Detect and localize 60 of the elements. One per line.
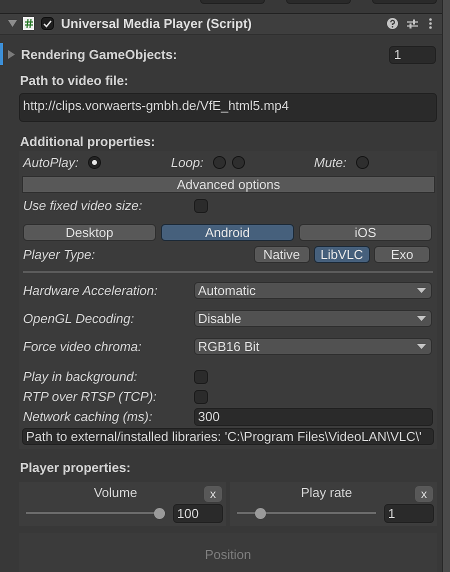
field-label: Hardware Acceleration: xyxy=(22,282,159,300)
slider-track[interactable] xyxy=(26,508,165,520)
dropdown-caret-icon xyxy=(417,288,426,294)
field-label: Force video chroma: xyxy=(22,338,142,356)
advanced-options-button[interactable]: Advanced options xyxy=(22,176,435,193)
player-type-option[interactable]: Exo xyxy=(374,246,430,264)
radio-button[interactable] xyxy=(212,156,226,170)
foldout-arrow-icon[interactable] xyxy=(7,18,17,29)
slider-label: Play rate xyxy=(300,484,352,502)
field-label: Network caching (ms): xyxy=(22,408,154,426)
text-field[interactable]: http://clips.vorwaerts-gmbh.de/VfE_html5.mp4 xyxy=(19,92,437,122)
slider-label: Volume xyxy=(94,484,138,502)
toggle-label: Loop: xyxy=(171,154,204,172)
field-label: OpenGL Decoding: xyxy=(22,310,136,328)
dropdown[interactable]: Automatic xyxy=(194,282,432,300)
sliders-icon[interactable] xyxy=(407,18,418,29)
radio-button[interactable] xyxy=(88,156,101,170)
slider-track[interactable] xyxy=(237,508,376,520)
dropdown[interactable]: RGB16 Bit xyxy=(194,338,432,356)
field-label: Use fixed video size: xyxy=(22,197,144,216)
platform-tab[interactable]: Android xyxy=(161,224,294,241)
field-label: Rendering GameObjects: xyxy=(21,46,178,64)
toggle-label: AutoPlay: xyxy=(23,154,79,172)
dropdown[interactable]: Disable xyxy=(194,310,432,328)
section-heading: Player properties: xyxy=(20,460,132,476)
number-field[interactable]: 100 xyxy=(173,504,223,524)
position-label: Position xyxy=(204,546,252,564)
radio-button[interactable] xyxy=(356,156,369,170)
number-field[interactable]: 1 xyxy=(384,504,434,524)
platform-tab[interactable]: Desktop xyxy=(23,224,156,241)
field-label: Player Type: xyxy=(22,246,96,264)
checkbox[interactable] xyxy=(194,390,208,404)
player-type-option[interactable]: Native xyxy=(254,246,310,264)
script-icon xyxy=(23,17,34,30)
slider-thumb[interactable] xyxy=(154,508,165,520)
radio-button[interactable] xyxy=(232,156,245,170)
toggle-label: Mute: xyxy=(314,154,347,172)
enabled-checkbox[interactable] xyxy=(41,17,54,30)
dropdown-caret-icon xyxy=(417,316,426,322)
selection-marker xyxy=(0,43,3,66)
number-field[interactable]: 1 xyxy=(389,46,436,64)
reset-button[interactable]: x xyxy=(415,486,433,502)
field-label: RTP over RTSP (TCP): xyxy=(22,388,158,406)
help-icon[interactable] xyxy=(387,18,398,30)
player-type-option[interactable]: LibVLC xyxy=(314,246,370,264)
slider-thumb[interactable] xyxy=(254,508,266,520)
section-heading: Additional properties: xyxy=(20,134,156,150)
field-label: Path to video file: xyxy=(20,72,130,89)
number-field[interactable]: 300 xyxy=(194,408,433,426)
scrollbar[interactable] xyxy=(442,0,450,572)
field-label: Play in background: xyxy=(22,368,138,386)
reset-button[interactable]: x xyxy=(204,486,222,502)
checkbox[interactable] xyxy=(194,370,208,384)
text-field[interactable]: Path to external/installed libraries: 'C:\Program Files\VideoLAN\VLC\' xyxy=(22,428,434,445)
more-options-icon[interactable] xyxy=(429,18,432,30)
dropdown-caret-icon xyxy=(417,344,426,350)
platform-tab[interactable]: iOS xyxy=(299,224,432,241)
component-title: Universal Media Player (Script) xyxy=(61,15,252,34)
foldout-arrow-icon[interactable] xyxy=(8,50,15,60)
checkbox[interactable] xyxy=(194,198,208,213)
